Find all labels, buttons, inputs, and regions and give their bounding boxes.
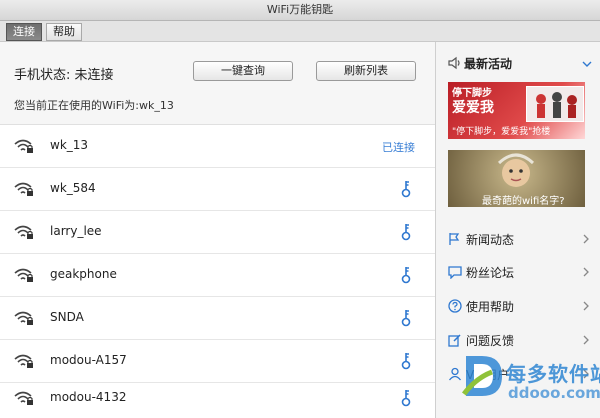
banner-caption: "停下脚步，爱爱我"抢楼 (452, 127, 551, 137)
activity-banner[interactable]: 停下脚步 爱爱我 "停下脚步，爱爱我"抢楼 (448, 82, 585, 139)
sidebar-item-label: 使用帮助 (466, 300, 515, 314)
activity-title: 最新活动 (464, 57, 513, 71)
network-panel: 手机状态: 未连接 一键查询 刷新列表 您当前正在使用的WiFi为:wk_13 … (0, 42, 435, 418)
question-icon (448, 299, 462, 313)
key-icon[interactable] (400, 388, 412, 408)
chevron-right-icon (583, 301, 589, 311)
network-name: geakphone (50, 267, 117, 281)
baby-photo-icon (497, 153, 535, 187)
chevron-right-icon (583, 267, 589, 277)
wifi-lock-icon (14, 225, 33, 239)
wifi-lock-icon (14, 311, 33, 325)
chevron-down-icon[interactable] (582, 60, 592, 68)
network-name: modou-A157 (50, 353, 127, 367)
network-row[interactable]: geakphone (0, 254, 435, 297)
key-icon[interactable] (400, 179, 412, 199)
edit-icon (448, 334, 461, 347)
chevron-right-icon (583, 335, 589, 345)
banner-line2: 爱爱我 (452, 100, 494, 116)
tab-help[interactable]: 帮助 (46, 23, 82, 41)
sidebar-item-news[interactable]: 新闻动态 (436, 224, 600, 254)
tab-connect[interactable]: 连接 (6, 23, 42, 41)
people-photo-icon (536, 92, 577, 118)
chat-icon (448, 266, 462, 279)
wifi-lock-icon (14, 268, 33, 282)
flag-icon (449, 233, 460, 245)
sidebar-item-forum[interactable]: 粉丝论坛 (436, 257, 600, 287)
network-name: larry_lee (50, 224, 102, 238)
toolbar: 连接 帮助 (0, 21, 600, 42)
user-icon (448, 367, 462, 381)
sidebar-item-label: 新闻动态 (466, 233, 515, 247)
wifi-lock-icon (14, 391, 33, 405)
current-wifi-text: 您当前正在使用的WiFi为:wk_13 (14, 99, 174, 112)
sidebar-item-help[interactable]: 使用帮助 (436, 291, 600, 321)
network-row[interactable]: larry_lee (0, 211, 435, 254)
wifi-lock-icon (14, 182, 33, 196)
network-name: wk_584 (50, 181, 96, 195)
window-title: WiFi万能钥匙 (266, 3, 334, 16)
key-icon[interactable] (400, 351, 412, 371)
chevron-right-icon (583, 369, 589, 379)
title-bar: WiFi万能钥匙 (0, 0, 600, 21)
wifi-lock-icon (14, 354, 33, 368)
key-icon[interactable] (400, 308, 412, 328)
key-icon[interactable] (400, 265, 412, 285)
wifi-lock-icon (14, 139, 33, 153)
speaker-icon (448, 56, 460, 70)
activity-header[interactable]: 最新活动 (436, 52, 600, 74)
banner2-caption: 最奇葩的wifi名字? (482, 196, 565, 207)
network-row[interactable]: modou-4132 (0, 377, 435, 418)
network-name: wk_13 (50, 138, 89, 152)
sidebar-item-label: VIP用户 (466, 368, 509, 382)
wifi-name-banner[interactable]: 最奇葩的wifi名字? (448, 150, 585, 207)
network-name: SNDA (50, 310, 84, 324)
refresh-button[interactable]: 刷新列表 (316, 61, 416, 81)
network-row[interactable]: wk_584 (0, 168, 435, 211)
app-window: WiFi万能钥匙 连接 帮助 手机状态: 未连接 一键查询 刷新列表 您当前正在… (0, 0, 600, 418)
sidebar-item-label: 粉丝论坛 (466, 266, 515, 280)
query-button[interactable]: 一键查询 (193, 61, 293, 81)
network-row[interactable]: SNDA (0, 297, 435, 340)
banner-photo (526, 86, 584, 122)
network-name: modou-4132 (50, 390, 127, 404)
connected-label: 已连接 (382, 141, 415, 154)
phone-status: 手机状态: 未连接 (14, 68, 114, 83)
sidebar-item-vip[interactable]: VIP用户 (436, 359, 600, 389)
sidebar-item-label: 问题反馈 (466, 334, 515, 348)
sidebar-item-feedback[interactable]: 问题反馈 (436, 325, 600, 355)
network-row[interactable]: wk_13 已连接 (0, 125, 435, 168)
key-icon[interactable] (400, 222, 412, 242)
sidebar: 最新活动 停下脚步 爱爱我 "停下脚步，爱爱我"抢楼 最奇葩的wifi名字? 新… (436, 42, 600, 418)
chevron-right-icon (583, 234, 589, 244)
status-area: 手机状态: 未连接 一键查询 刷新列表 您当前正在使用的WiFi为:wk_13 (0, 42, 435, 125)
